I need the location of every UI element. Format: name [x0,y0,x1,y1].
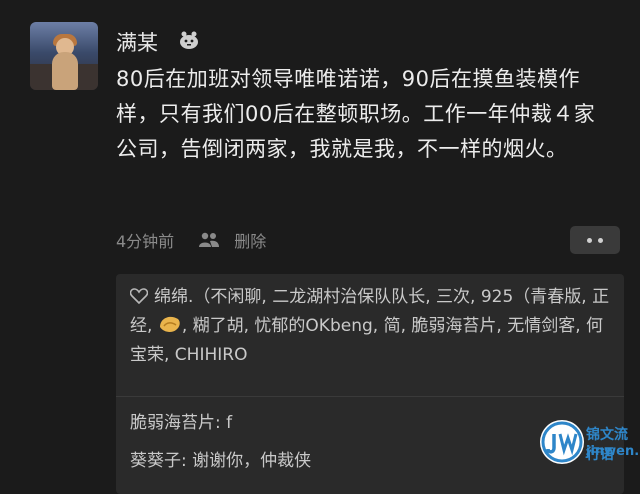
author-name[interactable]: 满某 [116,27,158,57]
comment-item[interactable]: 葵葵子: 谢谢你，仲裁侠 [130,446,311,471]
avatar[interactable] [30,22,98,90]
comment-author[interactable]: 脆弱海苔片 [130,413,215,433]
watermark-logo-icon [541,421,583,463]
comment-text: f [220,413,233,433]
watermark: 锦文流行语 jinwen.net [540,418,640,471]
watermark-logo [540,420,584,464]
comment-author[interactable]: 葵葵子 [130,451,181,471]
comment-item[interactable]: 脆弱海苔片: f [130,408,232,433]
dot-icon [587,237,592,243]
avatar-figure [52,52,78,90]
people-icon [199,232,220,247]
post-meta: 4分钟前 删除 [116,228,266,252]
likes-divider [116,396,624,397]
likes-list: 绵绵.（不闲聊, 二龙湖村治保队队长, 三次, 925（青春版, 正经, , 糊… [130,283,610,370]
post-time: 4分钟前 [116,232,175,251]
dot-icon [598,237,603,243]
comment-text: 谢谢你，仲裁侠 [186,451,312,471]
post-text: 80后在加班对领导唯唯诺诺，90后在摸鱼装模作样，只有我们00后在整顿职场。工作… [116,67,596,161]
status-face-icon [180,31,198,49]
delete-link[interactable]: 删除 [234,228,266,252]
more-button[interactable] [570,226,620,254]
likes-text-part2: , 糊了胡, 忧郁的OKbeng, 简, 脆弱海苔片, 无情剑客, 何宝荣, C… [130,316,604,365]
watermark-url: jinwen.net [586,444,640,459]
fortune-cookie-icon [159,316,180,332]
heart-icon [130,288,148,304]
